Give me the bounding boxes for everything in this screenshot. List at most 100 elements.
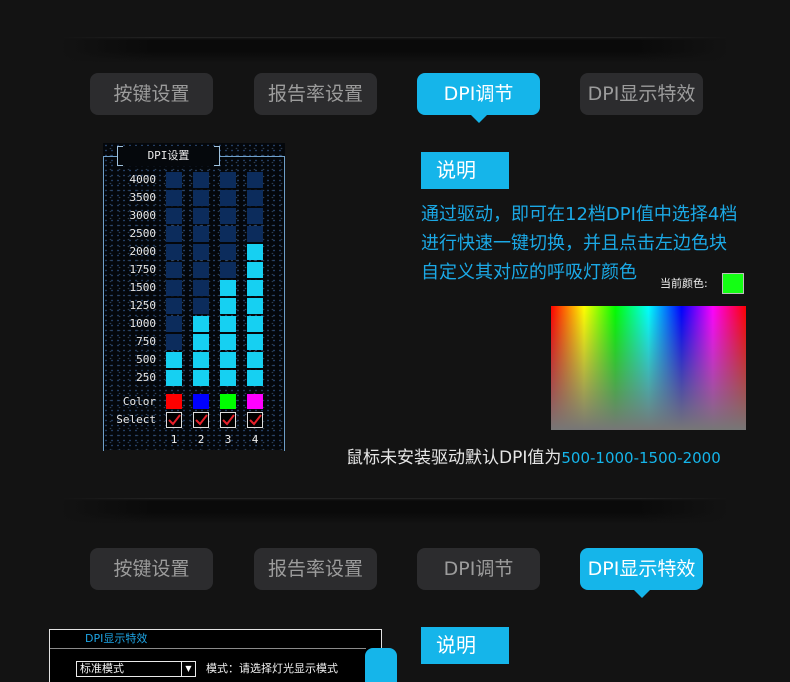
mode-select[interactable]: 标准模式 ▼ (76, 661, 196, 677)
dpi-cell-slot4-2000[interactable] (247, 244, 263, 260)
default-dpi-values: 500-1000-1500-2000 (561, 449, 721, 467)
dpi-cell-slot2-3500[interactable] (193, 190, 209, 206)
dpi-cell-slot3-1750[interactable] (220, 262, 236, 278)
slot-2-color-swatch[interactable] (193, 394, 209, 409)
dpi-level-label-1750: 1750 (129, 263, 157, 276)
dpi-cell-slot1-1250[interactable] (166, 298, 182, 314)
dpi-cell-slot4-500[interactable] (247, 352, 263, 368)
effects-side-tab[interactable] (365, 648, 397, 682)
description-line-1: 通过驱动，即可在12档DPI值中选择4档 (421, 204, 738, 225)
dpi-cell-slot1-3000[interactable] (166, 208, 182, 224)
slot-1-checkbox[interactable] (166, 412, 182, 428)
dpi-level-label-500: 500 (136, 353, 156, 366)
dpi-cell-slot3-1000[interactable] (220, 316, 236, 332)
dpi-level-label-2500: 2500 (129, 227, 157, 240)
current-color-swatch (722, 273, 744, 294)
dpi-cell-slot2-1000[interactable] (193, 316, 209, 332)
description-heading-bottom: 说明 (421, 627, 509, 664)
dpi-cell-slot3-3500[interactable] (220, 190, 236, 206)
dpi-effects-panel: DPI显示特效 标准模式 ▼ 模式：请选择灯光显示模式 (49, 629, 382, 682)
checkmark-icon (195, 414, 208, 426)
default-dpi-note: 鼠标未安装驱动默认DPI值为500-1000-1500-2000 (346, 446, 721, 470)
dpi-cell-slot2-1750[interactable] (193, 262, 209, 278)
dpi-cell-slot3-1500[interactable] (220, 280, 236, 296)
dpi-level-label-250: 250 (136, 371, 156, 384)
slot-4-number: 4 (251, 433, 259, 446)
dpi-cell-slot3-250[interactable] (220, 370, 236, 386)
dpi-cell-slot4-1250[interactable] (247, 298, 263, 314)
dpi-cell-slot2-250[interactable] (193, 370, 209, 386)
slot-2-number: 2 (197, 433, 205, 446)
slot-3-checkbox[interactable] (220, 412, 236, 428)
checkmark-icon (222, 414, 235, 426)
dpi-cell-slot2-2500[interactable] (193, 226, 209, 242)
dpi-panel-title: DPI设置 (117, 146, 220, 166)
dpi-cell-slot1-2000[interactable] (166, 244, 182, 260)
dpi-cell-slot1-1500[interactable] (166, 280, 182, 296)
slot-4-color-swatch[interactable] (247, 394, 263, 409)
slot-4-checkbox[interactable] (247, 412, 263, 428)
dpi-cell-slot2-3000[interactable] (193, 208, 209, 224)
dpi-cell-slot1-2500[interactable] (166, 226, 182, 242)
dpi-cell-slot1-3500[interactable] (166, 190, 182, 206)
dpi-cell-slot3-500[interactable] (220, 352, 236, 368)
tab-dpi-adjust-bottom[interactable]: DPI调节 (417, 548, 540, 590)
tab-dpi-effects[interactable]: DPI显示特效 (580, 73, 703, 115)
mode-select-value: 标准模式 (80, 662, 124, 675)
dpi-cell-slot2-500[interactable] (193, 352, 209, 368)
dpi-cell-slot3-750[interactable] (220, 334, 236, 350)
dpi-cell-slot2-1500[interactable] (193, 280, 209, 296)
tab-key-settings-bottom[interactable]: 按键设置 (90, 548, 213, 590)
dpi-cell-slot4-250[interactable] (247, 370, 263, 386)
dpi-cell-slot4-750[interactable] (247, 334, 263, 350)
tab-dpi-adjust[interactable]: DPI调节 (417, 73, 540, 123)
slot-3-color-swatch[interactable] (220, 394, 236, 409)
dpi-cell-slot2-2000[interactable] (193, 244, 209, 260)
dpi-cell-slot3-3000[interactable] (220, 208, 236, 224)
dpi-level-label-4000: 4000 (129, 173, 157, 186)
dpi-cell-slot2-750[interactable] (193, 334, 209, 350)
tab-dpi-effects-bottom[interactable]: DPI显示特效 (580, 548, 703, 598)
description-heading: 说明 (421, 152, 509, 189)
color-picker-gradient[interactable] (551, 306, 746, 430)
slot-3-number: 3 (224, 433, 232, 446)
dpi-cell-slot1-750[interactable] (166, 334, 182, 350)
dpi-cell-slot4-1000[interactable] (247, 316, 263, 332)
dpi-level-label-3000: 3000 (129, 209, 157, 222)
dpi-level-label-3500: 3500 (129, 191, 157, 204)
slot-1-number: 1 (170, 433, 178, 446)
tab-key-settings[interactable]: 按键设置 (90, 73, 213, 115)
dpi-cell-slot1-1750[interactable] (166, 262, 182, 278)
dpi-settings-panel: DPI设置 Color Select 1 2 3 4 4000 3500 3000 2… (103, 143, 285, 451)
dpi-cell-slot1-250[interactable] (166, 370, 182, 386)
dpi-cell-slot3-2000[interactable] (220, 244, 236, 260)
dpi-cell-slot4-4000[interactable] (247, 172, 263, 188)
dpi-cell-slot4-3500[interactable] (247, 190, 263, 206)
slot-1-color-swatch[interactable] (166, 394, 182, 409)
dpi-cell-slot3-1250[interactable] (220, 298, 236, 314)
select-row-label: Select (116, 413, 156, 426)
dpi-level-label-2000: 2000 (129, 245, 157, 258)
dpi-cell-slot2-1250[interactable] (193, 298, 209, 314)
current-color-label: 当前颜色: (660, 277, 708, 290)
middle-separator (60, 498, 730, 524)
dpi-cell-slot4-1500[interactable] (247, 280, 263, 296)
dpi-cell-slot1-1000[interactable] (166, 316, 182, 332)
dpi-cell-slot2-4000[interactable] (193, 172, 209, 188)
dpi-cell-slot3-4000[interactable] (220, 172, 236, 188)
slot-2-checkbox[interactable] (193, 412, 209, 428)
dpi-cell-slot3-2500[interactable] (220, 226, 236, 242)
dpi-cell-slot4-3000[interactable] (247, 208, 263, 224)
tab-report-rate[interactable]: 报告率设置 (254, 73, 377, 115)
chevron-down-icon[interactable]: ▼ (181, 662, 195, 676)
dpi-level-label-1500: 1500 (129, 281, 157, 294)
dpi-cell-slot4-2500[interactable] (247, 226, 263, 242)
mode-hint-text: 模式：请选择灯光显示模式 (206, 662, 338, 675)
tab-report-rate-bottom[interactable]: 报告率设置 (254, 548, 377, 590)
checkmark-icon (249, 414, 262, 426)
default-dpi-note-text: 鼠标未安装驱动默认DPI值为 (346, 448, 562, 468)
dpi-cell-slot4-1750[interactable] (247, 262, 263, 278)
dpi-cell-slot1-4000[interactable] (166, 172, 182, 188)
dpi-level-label-1000: 1000 (129, 317, 157, 330)
dpi-cell-slot1-500[interactable] (166, 352, 182, 368)
